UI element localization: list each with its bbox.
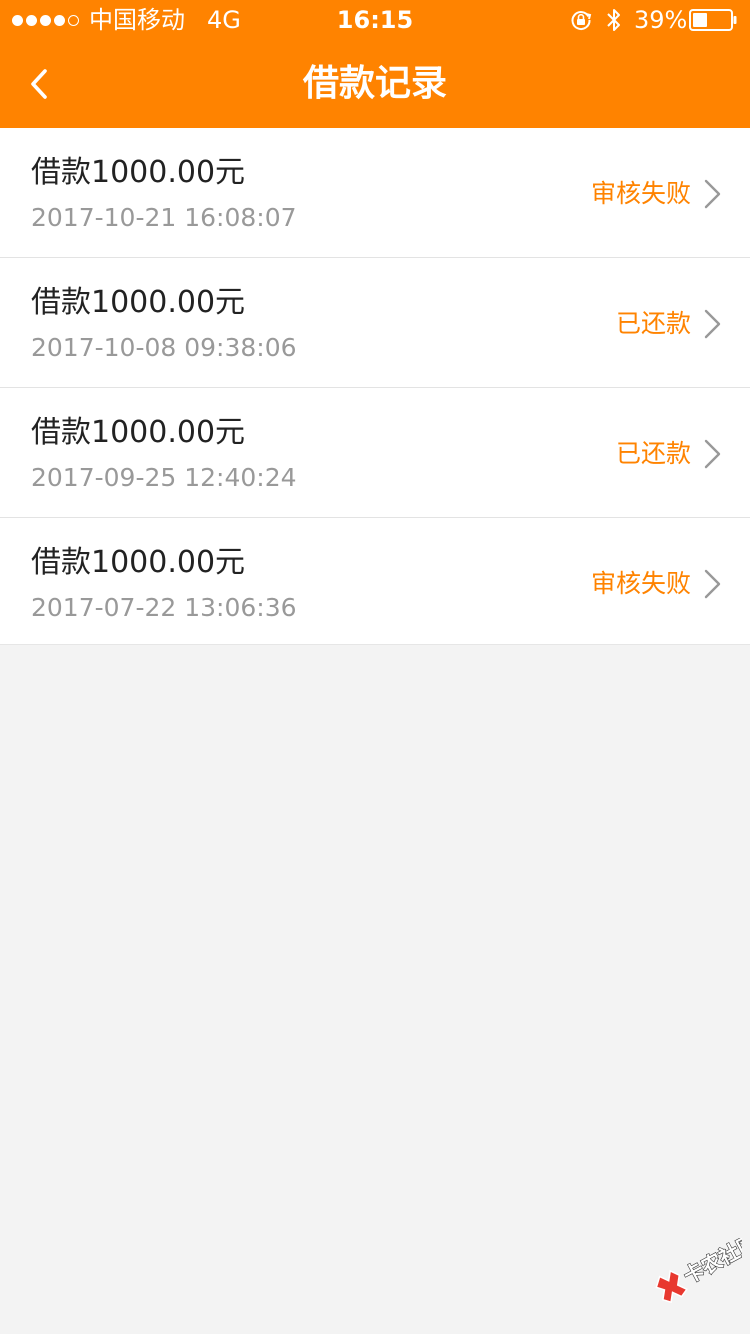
loan-status: 审核失败 [590,569,691,598]
navigation-bar: 借款记录 [0,40,750,128]
loan-record-row[interactable]: 借款1000.00元 2017-09-25 12:40:24 已还款 [0,388,750,518]
loan-amount: 借款1000.00元 [31,285,246,320]
chevron-right-icon [704,179,721,209]
loan-datetime: 2017-09-25 12:40:24 [31,463,297,492]
battery-percentage: 39% [634,6,688,34]
page-title: 借款记录 [302,63,447,104]
loan-status: 审核失败 [590,179,691,208]
chevron-right-icon [704,569,721,599]
battery-icon [689,9,737,31]
loan-amount: 借款1000.00元 [31,155,246,190]
loan-datetime: 2017-10-08 09:38:06 [31,333,297,362]
chevron-right-icon [704,439,721,469]
loan-record-list: 借款1000.00元 2017-10-21 16:08:07 审核失败 借款10… [0,128,750,645]
loan-amount: 借款1000.00元 [31,545,246,580]
watermark-text: 卡农社区 [680,1238,742,1288]
top-bar: 中国移动 4G 16:15 39% 借款记录 [0,0,750,128]
loan-record-row[interactable]: 借款1000.00元 2017-10-08 09:38:06 已还款 [0,258,750,388]
chevron-right-icon [704,309,721,339]
loan-status: 已还款 [615,439,691,468]
loan-status: 已还款 [615,309,691,338]
watermark-logo: 卡农社区 [655,1238,742,1304]
loan-datetime: 2017-07-22 13:06:36 [31,593,297,622]
rotation-lock-icon [571,11,592,31]
loan-datetime: 2017-10-21 16:08:07 [31,203,297,232]
status-bar: 中国移动 4G 16:15 39% [0,0,750,40]
loan-record-row[interactable]: 借款1000.00元 2017-07-22 13:06:36 审核失败 [0,518,750,645]
battery-fill [693,13,707,27]
bluetooth-icon [607,9,620,31]
loan-amount: 借款1000.00元 [31,415,246,450]
loan-record-row[interactable]: 借款1000.00元 2017-10-21 16:08:07 审核失败 [0,128,750,258]
